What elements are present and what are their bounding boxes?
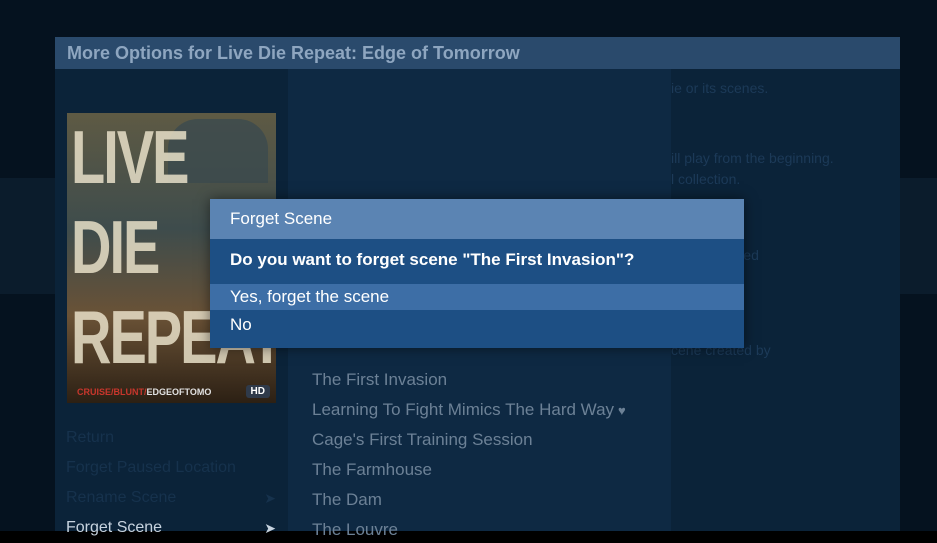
scene-label: The Dam	[312, 490, 382, 509]
screen-background: More Options for Live Die Repeat: Edge o…	[0, 0, 937, 539]
arrow-right-icon: ➤	[264, 490, 276, 506]
scene-item[interactable]: The Louvre	[312, 517, 398, 543]
menu-item-label: Rename Scene	[66, 489, 177, 506]
option-yes-forget[interactable]: Yes, forget the scene	[210, 284, 744, 310]
heart-icon: ♥	[618, 403, 626, 418]
panel-title: More Options for Live Die Repeat: Edge o…	[55, 37, 900, 69]
arrow-right-icon: ➤	[264, 520, 276, 536]
scene-label: The Louvre	[312, 520, 398, 539]
dialog-question: Do you want to forget scene "The First I…	[230, 250, 635, 269]
menu-item-forget-scene[interactable]: Forget Scene ➤	[66, 515, 276, 541]
description-line: ill play from the beginning.	[671, 150, 834, 166]
poster-word-die: DIE	[71, 204, 160, 290]
description-line: ie or its scenes.	[671, 80, 769, 96]
menu-item-forget-paused-location[interactable]: Forget Paused Location	[66, 455, 266, 481]
menu-item-label: Return	[66, 429, 115, 446]
scene-label: Cage's First Training Session	[312, 430, 533, 449]
menu-item-rename-scene[interactable]: Rename Scene ➤	[66, 485, 276, 511]
dialog-title: Forget Scene	[210, 199, 744, 239]
scene-item[interactable]: Learning To Fight Mimics The Hard Way ♥	[312, 397, 626, 423]
option-no[interactable]: No	[210, 312, 744, 338]
scene-item[interactable]: The Farmhouse	[312, 457, 432, 483]
poster-credit-rest: EDGEOFTOMO	[146, 387, 212, 397]
hd-badge: HD	[245, 385, 270, 398]
menu-item-label: Forget Paused Location	[66, 459, 236, 476]
menu-item-return[interactable]: Return	[66, 425, 266, 451]
scene-item[interactable]: The First Invasion	[312, 367, 447, 393]
poster-word-live: LIVE	[71, 114, 189, 200]
poster-credit-red: CRUISE/BLUNT/	[77, 387, 147, 397]
scene-item[interactable]: Cage's First Training Session	[312, 427, 533, 453]
menu-item-label: Forget Scene	[66, 519, 163, 536]
poster-credit: CRUISE/BLUNT/EDGEOFTOMO	[77, 387, 211, 397]
forget-scene-dialog: Forget Scene Do you want to forget scene…	[210, 199, 744, 348]
scene-label: The First Invasion	[312, 370, 448, 389]
scene-label: Learning To Fight Mimics The Hard Way	[312, 400, 615, 419]
scene-item[interactable]: The Dam	[312, 487, 382, 513]
scene-label: The Farmhouse	[312, 460, 432, 479]
description-line: l collection.	[671, 171, 741, 187]
